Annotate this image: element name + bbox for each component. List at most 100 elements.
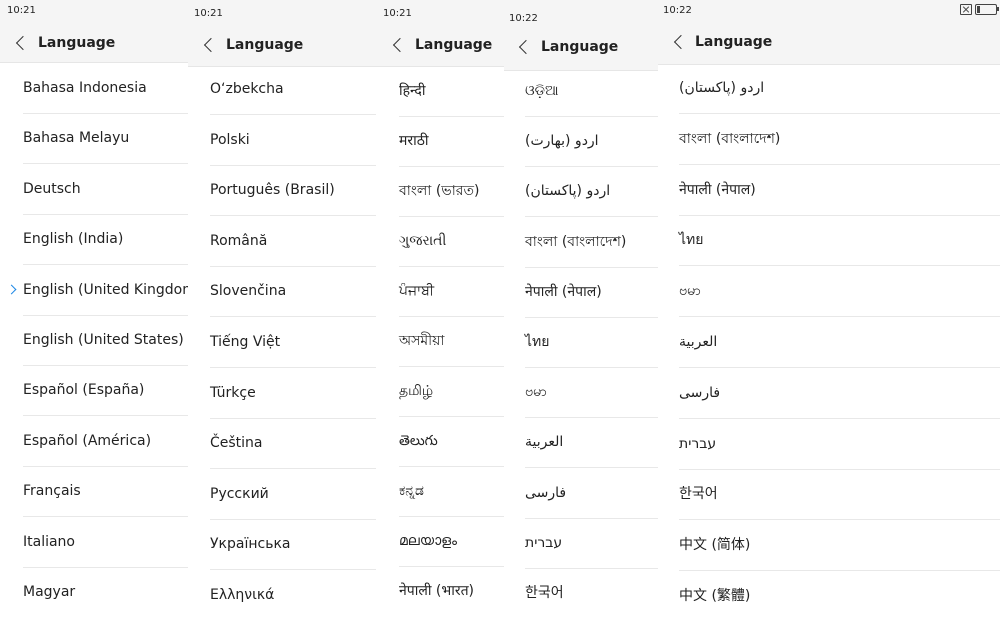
language-panel-5: 10:22 Language اردو (پاکستان) বাংলা (বাংলাদ… — [658, 0, 1000, 621]
no-sim-icon — [960, 4, 972, 15]
language-option[interactable]: Português (Brasil) — [188, 165, 376, 217]
language-option-label: नेपाली (भारत) — [399, 583, 475, 599]
language-option[interactable]: 中文 (简体) — [658, 520, 1000, 572]
language-option[interactable]: Türkçe — [188, 368, 376, 419]
language-option[interactable]: English (United States) — [0, 315, 188, 366]
chevron-left-icon[interactable] — [203, 37, 219, 53]
language-option[interactable]: ဗမာ — [504, 367, 658, 419]
language-option[interactable]: বাংলা (বাংলাদেশ) — [504, 217, 658, 268]
language-option-label: العربية — [525, 434, 564, 451]
language-option-label: ဗမာ — [525, 384, 547, 401]
language-option[interactable]: فارسی — [658, 368, 1000, 419]
language-option[interactable]: Română — [188, 216, 376, 267]
language-option-label: বাংলা (বাংলাদেশ) — [525, 233, 627, 250]
language-option-label: मराठी — [399, 133, 429, 149]
language-option[interactable]: ไทย — [504, 317, 658, 368]
language-option-label: 한국어 — [679, 486, 718, 503]
language-option-label: Română — [210, 232, 268, 249]
language-option[interactable]: नेपाली (नेपाल) — [658, 165, 1000, 216]
chevron-left-icon[interactable] — [673, 34, 689, 50]
language-option[interactable]: ਪੰਜਾਬੀ — [376, 266, 504, 317]
language-option[interactable]: 中文 (繁體) — [658, 571, 1000, 621]
language-option-label: اردو (پاکستان) — [525, 183, 611, 200]
language-option[interactable]: 한국어 — [504, 568, 658, 618]
chevron-left-icon[interactable] — [392, 37, 408, 53]
language-option-label: Français — [23, 483, 81, 500]
language-option-label: ਪੰਜਾਬੀ — [399, 283, 435, 299]
language-option[interactable]: עברית — [658, 419, 1000, 470]
language-option-label: ไทย — [525, 334, 550, 350]
language-option[interactable]: తెలుగు — [376, 416, 504, 467]
language-option[interactable]: Ελληνικά — [188, 570, 376, 620]
language-option[interactable]: O‘zbekcha — [188, 64, 376, 115]
page-title: Language — [541, 39, 619, 55]
chevron-left-icon[interactable] — [15, 35, 31, 51]
language-option[interactable]: Polski — [188, 115, 376, 166]
language-option[interactable]: मराठी — [376, 116, 504, 167]
language-option[interactable]: অসমীয়া — [376, 316, 504, 367]
language-option[interactable]: नेपाली (भारत) — [376, 566, 504, 616]
language-option[interactable]: Magyar — [0, 567, 188, 617]
status-bar: 10:21 — [0, 0, 188, 24]
language-option[interactable]: Slovenčina — [188, 266, 376, 318]
language-option[interactable]: Українська — [188, 519, 376, 571]
language-option[interactable]: বাংলা (ভারত) — [376, 166, 504, 217]
language-option[interactable]: Français — [0, 466, 188, 518]
language-option-label: 中文 (繁體) — [679, 588, 751, 604]
language-option[interactable]: ไทย — [658, 215, 1000, 267]
language-option-label: English (India) — [23, 231, 124, 248]
chevron-right-icon — [6, 284, 17, 295]
status-time: 10:21 — [194, 8, 223, 19]
language-option[interactable]: Tiếng Việt — [188, 317, 376, 368]
language-option-label: Tiếng Việt — [210, 334, 281, 350]
language-option[interactable]: தமிழ் — [376, 366, 504, 417]
language-option-label: Ελληνικά — [210, 587, 275, 603]
language-option[interactable]: ଓଡ଼ିଆ — [504, 66, 658, 117]
language-option-label: Magyar — [23, 584, 76, 600]
language-panel-1: 10:21 Language Bahasa Indonesia Bahasa Mela… — [0, 0, 188, 621]
status-time: 10:21 — [383, 8, 412, 19]
language-option[interactable]: Bahasa Melayu — [0, 113, 188, 165]
language-option[interactable]: Русский — [188, 469, 376, 520]
language-option[interactable]: Español (España) — [0, 365, 188, 417]
language-option[interactable]: नेपाली (नेपाल) — [504, 267, 658, 318]
language-option[interactable]: Čeština — [188, 418, 376, 470]
language-option[interactable]: ಕನ್ನಡ — [376, 466, 504, 517]
language-option[interactable]: हिन्दी — [376, 66, 504, 117]
language-option-label: Polski — [210, 131, 250, 148]
language-option-label: Bahasa Melayu — [23, 130, 130, 147]
language-option-label: தமிழ் — [399, 383, 434, 399]
language-option-label: বাংলা (বাংলাদেশ) — [679, 130, 781, 147]
language-option[interactable]: Español (América) — [0, 416, 188, 467]
language-option-label: ไทย — [679, 232, 704, 249]
language-option[interactable]: العربية — [504, 417, 658, 469]
language-option-label: Deutsch — [23, 180, 81, 197]
language-option[interactable]: اردو (پاکستان) — [504, 166, 658, 218]
language-option-label: Português (Brasil) — [210, 182, 335, 199]
language-option[interactable]: മലയാളം — [376, 516, 504, 567]
language-option[interactable]: فارسی — [504, 468, 658, 519]
language-option[interactable]: Italiano — [0, 517, 188, 568]
language-option[interactable]: 한국어 — [658, 469, 1000, 521]
language-option[interactable]: Deutsch — [0, 164, 188, 215]
language-option[interactable]: اردو (بھارت) — [504, 116, 658, 168]
status-bar: 10:22 — [658, 0, 1000, 20]
status-bar: 10:21 — [376, 0, 504, 24]
language-option[interactable]: ગુજરાતી — [376, 216, 504, 267]
language-option[interactable]: ဗမာ — [658, 266, 1000, 318]
language-option[interactable]: English (India) — [0, 214, 188, 266]
header-bar: Language — [0, 24, 188, 63]
language-option-label: ଓଡ଼ିଆ — [525, 83, 559, 99]
language-option[interactable]: עברית — [504, 518, 658, 569]
language-option-label: ગુજરાતી — [399, 233, 447, 249]
language-option[interactable]: Bahasa Indonesia — [0, 63, 188, 114]
language-option-label: فارسی — [525, 484, 567, 501]
language-option[interactable]: বাংলা (বাংলাদেশ) — [658, 114, 1000, 165]
language-option[interactable]: اردو (پاکستان) — [658, 63, 1000, 114]
language-option-label: 中文 (简体) — [679, 537, 751, 554]
language-option[interactable]: العربية — [658, 317, 1000, 368]
language-option[interactable]: English (United Kingdom) — [0, 265, 188, 316]
chevron-left-icon[interactable] — [518, 39, 534, 55]
language-panel-3: 10:21 Language हिन्दी मराठी বাংলা (ভারত) ગુજર… — [376, 0, 504, 621]
language-option-label: Русский — [210, 485, 269, 502]
